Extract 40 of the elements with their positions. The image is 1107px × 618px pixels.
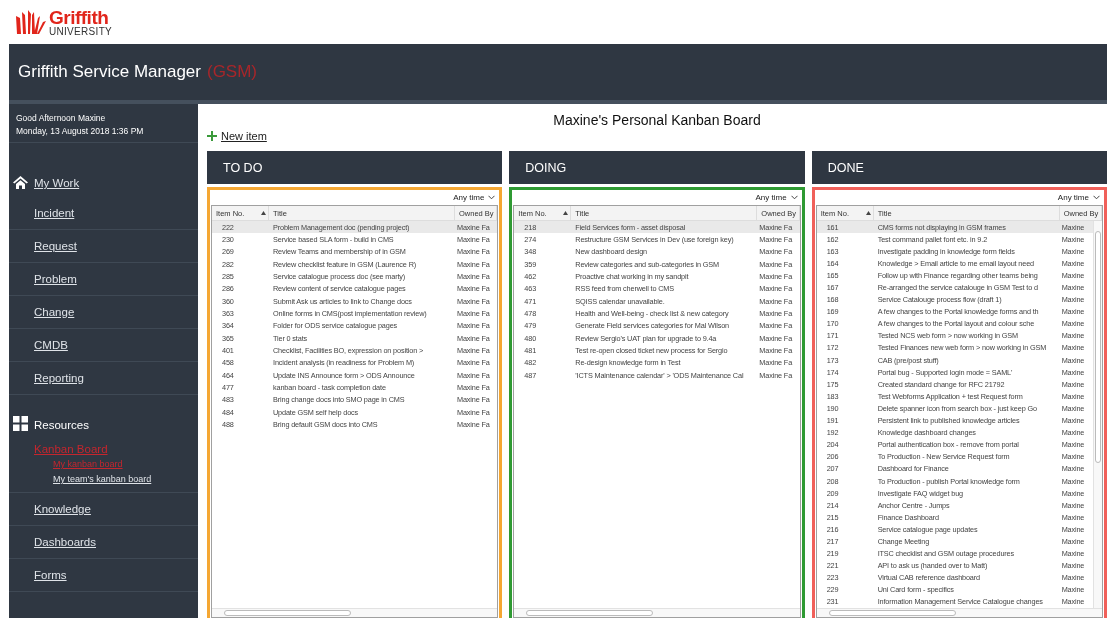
sort-up-icon[interactable] xyxy=(563,211,569,215)
vertical-scrollbar[interactable] xyxy=(1093,221,1102,608)
nav-link[interactable]: Reporting xyxy=(34,372,84,384)
date-time: Monday, 13 August 2018 1:36 PM xyxy=(16,126,145,136)
nav-link[interactable]: Problem xyxy=(34,273,77,285)
nav-link[interactable]: My Work xyxy=(34,177,80,189)
nav-link[interactable]: Dashboards xyxy=(34,536,96,548)
nav-link[interactable]: Forms xyxy=(34,569,67,581)
chevron-down-icon xyxy=(1093,195,1100,200)
horizontal-scrollbar[interactable] xyxy=(816,608,1102,617)
nav-link[interactable]: Change xyxy=(34,306,75,318)
column-header: DOING xyxy=(509,151,805,184)
logo-name: Griffith xyxy=(49,7,109,27)
time-filter-dropdown[interactable]: Any time xyxy=(453,193,496,202)
new-item-link[interactable]: New item xyxy=(207,128,267,144)
nav-link[interactable]: Request xyxy=(34,240,77,252)
nav-sublink[interactable]: My team's kanban board xyxy=(53,474,198,484)
logo-icon xyxy=(16,10,46,34)
time-filter-dropdown[interactable]: Any time xyxy=(1057,193,1100,202)
section-heading: Resources xyxy=(34,419,89,431)
nav-link[interactable]: CMDB xyxy=(34,339,68,351)
app-abbreviation: (GSM) xyxy=(207,62,258,82)
horizontal-scrollbar[interactable] xyxy=(212,608,498,617)
horizontal-scrollbar[interactable] xyxy=(514,608,800,617)
time-filter-dropdown[interactable]: Any time xyxy=(755,193,798,202)
greeting: Good Afternoon Maxine xyxy=(16,113,107,123)
column-header: DONE xyxy=(811,151,1107,184)
plus-icon xyxy=(207,131,217,141)
column-header: TO DO xyxy=(207,151,503,184)
nav-link[interactable]: Incident xyxy=(34,207,75,219)
chevron-down-icon xyxy=(488,195,496,200)
sort-up-icon[interactable] xyxy=(865,211,871,215)
app-title: Griffith Service Manager xyxy=(18,62,201,82)
logo-subtitle: UNIVERSITY xyxy=(49,26,112,37)
sort-up-icon[interactable] xyxy=(261,211,266,215)
home-icon xyxy=(13,176,28,189)
grid-icon xyxy=(13,416,28,431)
nav-link[interactable]: Knowledge xyxy=(34,503,91,515)
board-title: Maxine's Personal Kanban Board xyxy=(552,112,762,128)
chevron-down-icon xyxy=(790,195,798,200)
